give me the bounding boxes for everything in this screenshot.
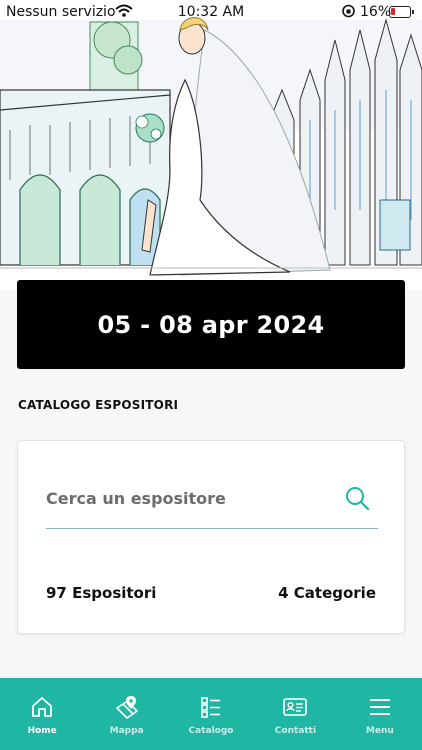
tab-menu-label: Menu (365, 726, 394, 736)
hamburger-icon (369, 699, 390, 715)
tab-menu[interactable]: Menu (338, 678, 422, 750)
battery-icon (389, 6, 414, 18)
bottom-tab-bar: Home Mappa Catalogo Contatti Menu (0, 678, 422, 750)
search-icon[interactable] (344, 485, 370, 511)
tab-contacts[interactable]: Contatti (253, 678, 337, 750)
exhibitors-count-link[interactable]: 97 Espositori (46, 584, 156, 602)
clock-time: 10:32 AM (177, 4, 245, 20)
categories-count-link[interactable]: 4 Categorie (278, 584, 376, 602)
home-icon (32, 697, 53, 717)
tab-map-label: Mappa (109, 726, 144, 736)
event-date-banner: 05 - 08 apr 2024 (17, 280, 405, 369)
tab-catalog-label: Catalogo (188, 726, 234, 736)
tab-catalog[interactable]: Catalogo (169, 678, 253, 750)
bridal-illustration-image (0, 0, 422, 290)
tab-map[interactable]: Mappa (84, 678, 168, 750)
hero-illustration (0, 0, 422, 290)
catalog-section-title: CATALOGO ESPOSITORI (18, 398, 179, 412)
search-field[interactable] (46, 473, 378, 529)
tab-home[interactable]: Home (0, 678, 84, 750)
status-bar: Nessun servizio 10:32 AM 16% (0, 0, 422, 24)
battery-percentage: 16% (360, 4, 392, 20)
catalog-card: 97 Espositori 4 Categorie (17, 440, 405, 634)
search-input[interactable] (46, 483, 336, 513)
contact-card-icon (283, 698, 308, 716)
tab-contacts-label: Contatti (274, 726, 317, 736)
tab-home-label: Home (27, 726, 57, 736)
map-icon (115, 696, 138, 719)
catalog-icon (201, 697, 221, 718)
orientation-lock-icon (341, 3, 356, 23)
event-dates: 05 - 08 apr 2024 (97, 310, 325, 339)
